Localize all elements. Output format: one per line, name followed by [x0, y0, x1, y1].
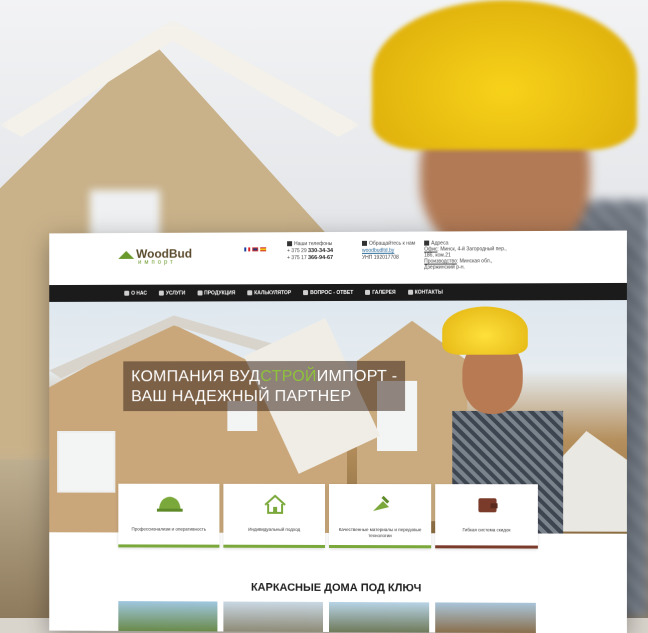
hero-line1: КОМПАНИЯ ВУДСТРОЙИМПОРТ -	[131, 367, 398, 386]
phone1[interactable]: 330-34-34	[308, 248, 333, 254]
roof-logo-icon	[118, 250, 135, 259]
project-thumbnail[interactable]	[329, 601, 430, 633]
section-title: КАРКАСНЫЕ ДОМА ПОД КЛЮЧ	[250, 581, 422, 595]
site-header: WoodBud импорт Наши телефоны + 375 29 33…	[49, 231, 627, 286]
people-icon	[124, 290, 130, 296]
address-block: Адреса Офис: Минск, 4-й Загородный пер.,…	[424, 240, 515, 271]
project-thumbnails	[118, 601, 536, 633]
flag-en-icon[interactable]	[252, 247, 259, 252]
hero-line2: ВАШ НАДЕЖНЫЙ ПАРТНЕР	[131, 387, 352, 406]
nav-calculator[interactable]: КАЛЬКУЛЯТОР	[247, 290, 291, 296]
phone2[interactable]: 366-94-67	[308, 255, 333, 261]
phone-icon	[287, 241, 293, 247]
feature-text: Индивидуальный подход	[248, 526, 301, 532]
grid-icon	[197, 290, 203, 296]
phone-icon	[407, 289, 413, 295]
nav-about[interactable]: О НАС	[124, 290, 147, 296]
features-row: Профессионализм и оперативность Индивиду…	[118, 483, 538, 549]
feature-text: Качественные материалы и передовые техно…	[338, 527, 422, 538]
nav-products[interactable]: ПРОДУКЦИЯ	[197, 290, 235, 296]
nav-label: КАЛЬКУЛЯТОР	[254, 289, 292, 296]
mail-icon	[362, 241, 368, 247]
nav-services[interactable]: УСЛУГИ	[158, 290, 186, 297]
nav-faq[interactable]: ВОПРОС - ОТВЕТ	[303, 289, 354, 296]
office-address: : Минск, 4-й Загородный пер., 186, ком.2…	[424, 246, 507, 259]
nav-gallery[interactable]: ГАЛЕРЕЯ	[365, 289, 396, 296]
blueprint-house-icon	[264, 495, 287, 515]
trowel-icon	[372, 495, 389, 511]
phones-title: Наши телефоны	[294, 241, 333, 248]
gear-icon	[158, 290, 164, 296]
logo-brand: WoodBud	[136, 246, 193, 261]
language-switcher	[244, 247, 267, 252]
helmet-icon	[156, 496, 183, 512]
email-title: Обращайтесь к нам	[369, 240, 416, 247]
main-nav: О НАС УСЛУГИ ПРОДУКЦИЯ КАЛЬКУЛЯТОР ВОПРО…	[49, 282, 627, 302]
nav-contacts[interactable]: КОНТАКТЫ	[407, 289, 443, 296]
nav-label: ПРОДУКЦИЯ	[204, 289, 236, 296]
location-pin-icon	[424, 240, 430, 246]
feature-card[interactable]: Индивидуальный подход	[223, 483, 326, 548]
project-thumbnail[interactable]	[223, 601, 324, 632]
feature-card[interactable]: Качественные материалы и передовые техно…	[329, 483, 432, 549]
website-mockup: WoodBud импорт Наши телефоны + 375 29 33…	[49, 230, 627, 633]
email-block: Обращайтесь к нам woodbudltd.by УНП 1920…	[362, 241, 415, 262]
flag-es-icon[interactable]	[260, 247, 267, 252]
flag-fr-icon[interactable]	[244, 247, 251, 252]
phone1-prefix: + 375 29	[287, 248, 307, 255]
hero-banner: КОМПАНИЯ ВУДСТРОЙИМПОРТ - ВАШ НАДЕЖНЫЙ П…	[123, 360, 406, 412]
feature-text: Гибкая система скидок	[462, 527, 511, 533]
feature-card[interactable]: Гибкая система скидок	[435, 484, 538, 549]
unp: УНП 192017708	[362, 254, 399, 261]
feature-text: Профессионализм и оперативность	[131, 526, 207, 532]
nav-label: КОНТАКТЫ	[414, 289, 443, 296]
phones-block: Наши телефоны + 375 29 330-34-34 + 375 1…	[287, 241, 333, 262]
feature-card[interactable]: Профессионализм и оперативность	[118, 483, 220, 548]
nav-label: ВОПРОС - ОТВЕТ	[310, 289, 354, 296]
phone2-prefix: + 375 17	[287, 255, 307, 262]
project-thumbnail[interactable]	[118, 601, 218, 632]
nav-label: ГАЛЕРЕЯ	[372, 289, 396, 296]
camera-icon	[365, 289, 371, 295]
wallet-icon	[478, 498, 498, 513]
calculator-icon	[247, 290, 253, 296]
nav-label: УСЛУГИ	[165, 290, 186, 297]
nav-label: О НАС	[131, 290, 148, 297]
chat-icon	[303, 290, 309, 296]
logo-sub: импорт	[138, 259, 176, 266]
